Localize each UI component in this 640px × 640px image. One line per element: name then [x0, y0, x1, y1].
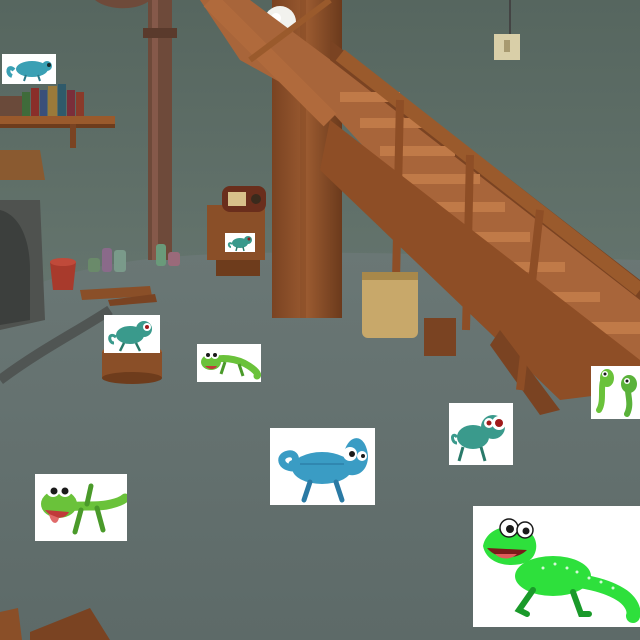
- gecko-pair-icon: [596, 369, 637, 417]
- lizard-sticker-green-gecko-middle[interactable]: [197, 344, 261, 382]
- lizard-sticker-blue-chameleon-shelf[interactable]: [2, 54, 56, 84]
- lizard-sticker-green-geckos-pair[interactable]: [591, 366, 640, 419]
- gecko-icon: [201, 351, 261, 380]
- lizard-sticker-blue-chameleon-center[interactable]: [270, 428, 375, 505]
- lizard-sticker-bright-green-gecko-large[interactable]: [473, 506, 640, 627]
- chameleon-icon: [451, 415, 506, 462]
- game-scene: [0, 0, 640, 640]
- chameleon-icon: [6, 61, 52, 82]
- chameleon-icon: [278, 438, 368, 503]
- chameleon-icon: [108, 321, 152, 352]
- chameleon-icon: [227, 236, 252, 252]
- gecko-icon: [41, 483, 127, 535]
- gecko-icon: [483, 518, 640, 623]
- lizard-sticker-green-gecko-left[interactable]: [35, 474, 127, 541]
- lizard-sticker-teal-chameleon-radio[interactable]: [225, 233, 255, 252]
- lizard-sticker-teal-chameleon-stump[interactable]: [104, 315, 160, 353]
- lizard-sticker-teal-chameleon-right[interactable]: [449, 403, 513, 465]
